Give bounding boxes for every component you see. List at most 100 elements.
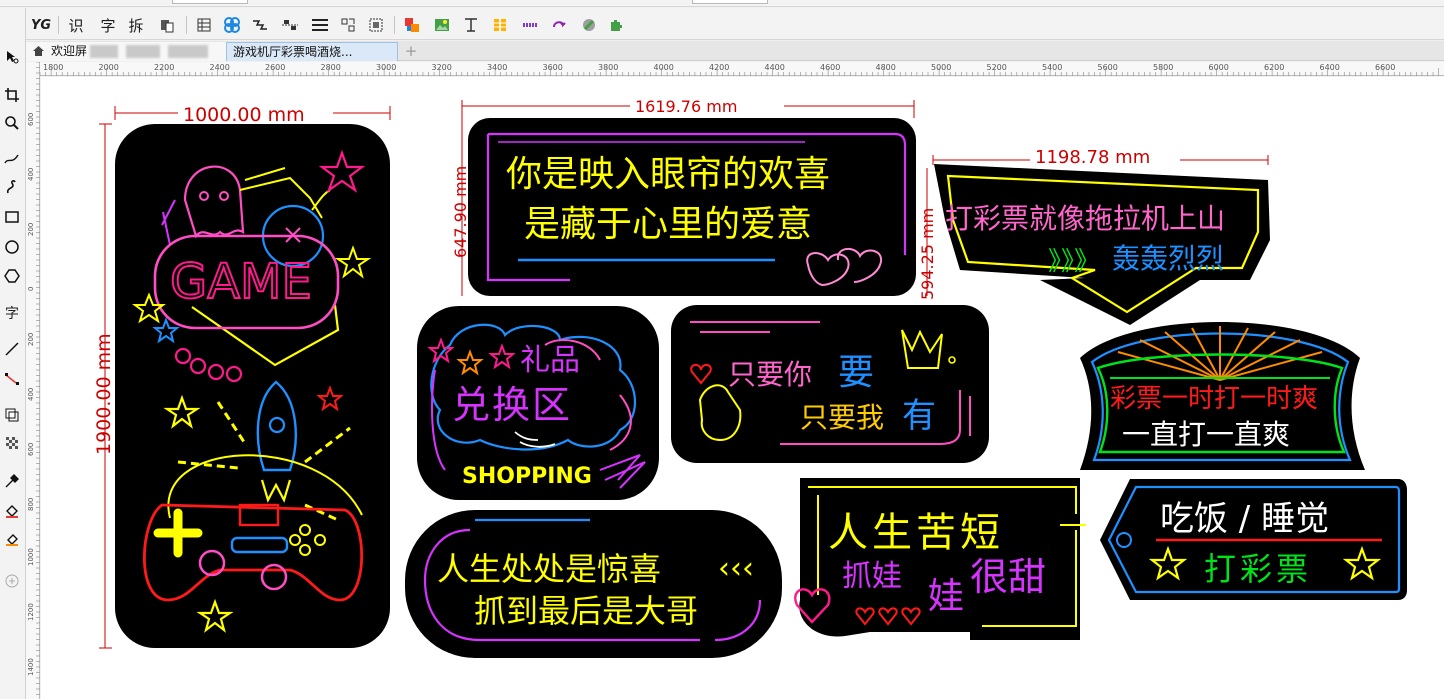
- dim-left-width: 1000.00 mm: [183, 104, 305, 126]
- lottery-tractor-sign[interactable]: 打彩票就像拖拉机上山 》》》 轰轰烈烈: [934, 164, 1270, 325]
- surprise-line-1: 人生处处是惊喜: [437, 550, 661, 588]
- text-tool-icon[interactable]: 字: [2, 302, 22, 324]
- group-icon[interactable]: [338, 15, 358, 35]
- banner-line-2: 一直打一直爽: [1122, 418, 1290, 451]
- surprise-sign[interactable]: 人生处处是惊喜 ‹‹‹ 抓到最后是大哥: [405, 510, 782, 658]
- dim-left-height: 1900.00 mm: [93, 333, 115, 455]
- lottery-line-1: 打彩票就像拖拉机上山: [945, 202, 1225, 235]
- blurred-region: [168, 45, 208, 58]
- corel-draw-window: YG 识 字 拆 字 欢迎屏 游戏机厅彩票喝酒烧... + 1800 2000 …: [0, 0, 1444, 699]
- eat-sleep-sign[interactable]: 吃饭 / 睡觉 打彩票: [1100, 479, 1407, 600]
- width-field[interactable]: [172, 0, 248, 4]
- surprise-arrows: ‹‹‹: [718, 551, 754, 586]
- lottery-banner-sign[interactable]: 彩票一时打一时爽 一直打一直爽: [1080, 322, 1365, 470]
- connector-tool-icon[interactable]: [2, 368, 22, 390]
- blurred-region: [126, 45, 160, 58]
- crop-tool-icon[interactable]: [2, 84, 22, 106]
- want-line-2a: 只要我: [800, 401, 884, 434]
- height-field[interactable]: [692, 0, 768, 4]
- blurred-region: [90, 45, 118, 58]
- dim-right-height: 594.25 mm: [918, 208, 937, 300]
- artwork: 1000.00 mm 1900.00 mm 1619.76 mm 647.90 …: [93, 97, 1407, 658]
- surprise-line-2: 抓到最后是大哥: [474, 592, 698, 630]
- want-line-1b: 要: [838, 352, 874, 393]
- life-line-2a: 抓娃: [842, 559, 902, 594]
- layers-icon[interactable]: [490, 15, 510, 35]
- document-tabs: 欢迎屏 游戏机厅彩票喝酒烧... +: [26, 41, 1444, 61]
- gift-exchange-sign[interactable]: 礼品 兑换区 SHOPPING: [417, 306, 659, 500]
- lottery-arrows: 》》》: [1048, 247, 1100, 277]
- table-icon[interactable]: [194, 15, 214, 35]
- gift-line-1: 礼品: [520, 343, 580, 378]
- eat-line-1: 吃饭 / 睡觉: [1160, 499, 1329, 539]
- life-line-2c: 很甜: [970, 555, 1046, 599]
- tab-welcome[interactable]: 欢迎屏: [26, 42, 226, 61]
- gift-shopping: SHOPPING: [462, 464, 592, 489]
- dim-top-width: 1619.76 mm: [635, 97, 737, 116]
- fill-tool-icon[interactable]: [2, 500, 22, 522]
- shape-tool-icon[interactable]: [2, 46, 22, 68]
- distribute-icon[interactable]: [309, 15, 331, 35]
- lottery-line-2: 轰轰烈烈: [1112, 242, 1224, 275]
- text-frame-icon[interactable]: [461, 15, 481, 35]
- split-button[interactable]: 拆: [126, 15, 146, 35]
- flower-icon[interactable]: [221, 15, 243, 35]
- copy-icon[interactable]: [156, 15, 178, 35]
- add-tool-icon[interactable]: [2, 570, 22, 592]
- char-button[interactable]: 字: [98, 15, 118, 35]
- left-toolbox: 字: [0, 8, 26, 699]
- yg-plugin-button[interactable]: YG: [30, 15, 52, 35]
- image-icon[interactable]: [432, 15, 452, 35]
- joy-line-1: 你是映入眼帘的欢喜: [506, 154, 830, 195]
- game-title: GAME: [170, 254, 312, 310]
- align-icon[interactable]: [280, 15, 300, 35]
- rectangle-tool-icon[interactable]: [2, 206, 22, 228]
- add-tab-button[interactable]: +: [402, 42, 420, 61]
- recognize-button[interactable]: 识: [66, 15, 86, 35]
- dim-top-height: 647.90 mm: [451, 166, 470, 258]
- zoom-tool-icon[interactable]: [2, 112, 22, 134]
- dim-right-width: 1198.78 mm: [1035, 147, 1150, 168]
- banner-line-1: 彩票一时打一时爽: [1110, 384, 1318, 414]
- want-have-sign[interactable]: 只要你 要 只要我 有: [671, 305, 989, 463]
- frame-select-icon[interactable]: [366, 15, 386, 35]
- toolbar-separator: [394, 16, 395, 34]
- vertical-ruler[interactable]: 600 400 200 0 200 400 600 800 1000 1200 1400: [26, 62, 40, 699]
- home-icon: [32, 44, 45, 61]
- life-line-2b: 娃: [928, 576, 964, 617]
- eat-line-2: 打彩票: [1204, 550, 1312, 588]
- tab-document[interactable]: 游戏机厅彩票喝酒烧...: [226, 42, 398, 61]
- ruler-ticks: [40, 68, 1439, 76]
- main-toolbar: YG 识 字 拆: [0, 8, 1444, 40]
- want-line-2b: 有: [902, 396, 936, 436]
- dots-grid-icon[interactable]: [520, 15, 542, 35]
- ruler-ticks: [36, 62, 40, 695]
- toolbar-separator: [186, 16, 187, 34]
- life-line-1: 人生苦短: [828, 510, 1004, 556]
- life-short-sign[interactable]: 人生苦短 抓娃 娃 很甜: [794, 478, 1086, 640]
- plugin-puzzle-icon[interactable]: [606, 15, 626, 35]
- dimension-tool-icon[interactable]: [2, 338, 22, 360]
- transparency-tool-icon[interactable]: [2, 432, 22, 454]
- color-swap-icon[interactable]: [402, 15, 422, 35]
- ellipse-tool-icon[interactable]: [2, 236, 22, 258]
- game-sign[interactable]: GAME: [115, 124, 390, 648]
- tab-welcome-label: 欢迎屏: [51, 44, 88, 58]
- globe-icon[interactable]: [579, 15, 599, 35]
- joy-sign[interactable]: 你是映入眼帘的欢喜 是藏于心里的爱意: [468, 118, 916, 296]
- want-line-1a: 只要你: [728, 358, 812, 391]
- property-bar: [0, 0, 1444, 7]
- repeat-icon[interactable]: [550, 15, 570, 35]
- toolbar-separator: [58, 16, 59, 34]
- horizontal-ruler[interactable]: 1800 2000 2200 2400 2600 2800 3000 3200 3400 3600…: [40, 62, 1444, 76]
- curve-node-icon[interactable]: [250, 15, 270, 35]
- joy-line-2: 是藏于心里的爱意: [524, 204, 812, 245]
- smart-fill-icon[interactable]: [2, 528, 22, 550]
- gift-line-2: 兑换区: [452, 383, 572, 427]
- artistic-media-icon[interactable]: [2, 176, 22, 198]
- polygon-tool-icon[interactable]: [2, 265, 22, 287]
- freehand-tool-icon[interactable]: [2, 148, 22, 170]
- drawing-canvas[interactable]: 1000.00 mm 1900.00 mm 1619.76 mm 647.90 …: [41, 77, 1444, 699]
- shadow-tool-icon[interactable]: [2, 404, 22, 426]
- eyedropper-tool-icon[interactable]: [2, 470, 22, 492]
